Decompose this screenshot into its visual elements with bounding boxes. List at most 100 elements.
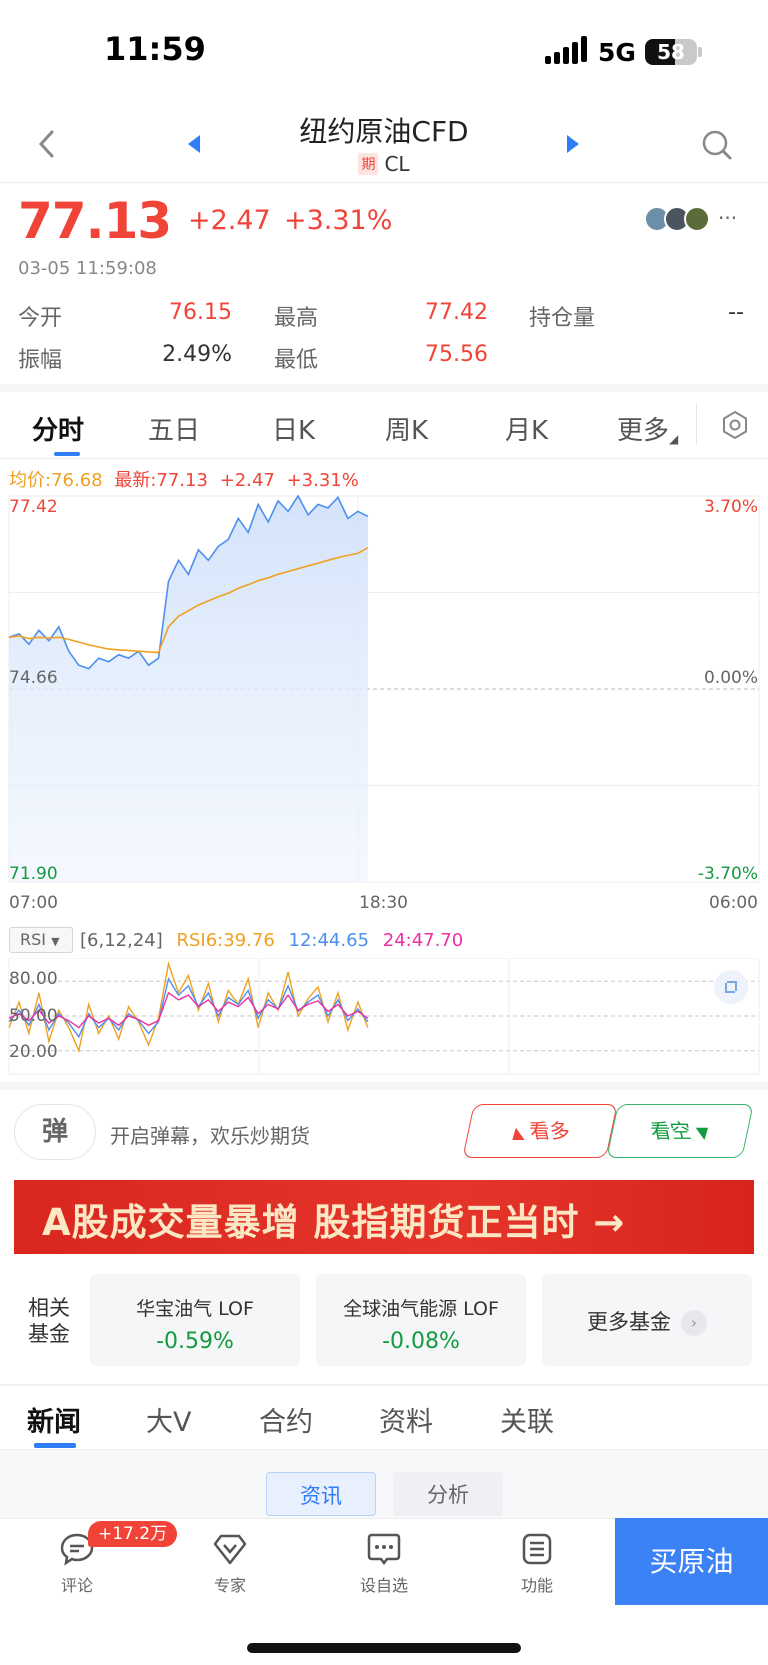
rsi-level-80: 80.00 (9, 969, 58, 989)
promo-banner[interactable]: A股成交量暴增 股指期货正当时 → (14, 1180, 754, 1254)
tab-five-day[interactable]: 五日 (148, 410, 200, 447)
more-funds-button[interactable]: 更多基金 › (542, 1274, 752, 1366)
x-tick-end: 06:00 (709, 893, 758, 913)
search-button[interactable] (700, 128, 734, 166)
buy-crude-button[interactable]: 买原油 (615, 1518, 768, 1605)
tab-more[interactable]: 更多◢ (617, 410, 678, 447)
next-instrument-button[interactable] (565, 133, 581, 159)
search-icon (702, 130, 732, 160)
list-icon (522, 1533, 552, 1565)
banner-text: A股成交量暴增 股指期货正当时 → (42, 1201, 626, 1244)
functions-button[interactable]: 功能 (492, 1532, 582, 1596)
tab-active-indicator (54, 452, 80, 456)
battery-level: 58 (657, 40, 685, 64)
related-funds-label: 相关基金 (28, 1296, 70, 1346)
expert-label: 专家 (213, 1576, 246, 1595)
futures-tag: 期 (358, 153, 379, 175)
rsi-level-20: 20.00 (9, 1042, 58, 1062)
tab-contract[interactable]: 合约 (259, 1400, 313, 1439)
quote-timestamp: 03-05 11:59:08 (18, 258, 157, 279)
subtab-analysis[interactable]: 分析 (393, 1472, 503, 1516)
y-tick-right-mid: 0.00% (703, 668, 758, 688)
low-value: 75.56 (425, 342, 488, 367)
high-value: 77.42 (425, 300, 488, 325)
news-sub-area (0, 1450, 768, 1518)
y-tick-right-high: 3.70% (703, 497, 758, 517)
tab-more-label: 更多 (617, 416, 670, 446)
intraday-chart[interactable] (0, 490, 768, 890)
section-divider (0, 1384, 768, 1386)
open-value: 76.15 (169, 300, 232, 325)
price-area-fill (9, 496, 368, 882)
tab-weekly-k[interactable]: 周K (385, 410, 428, 447)
danmaku-toggle-button[interactable]: 弹 (14, 1104, 96, 1160)
chart-legend: 均价:76.68 最新:77.13 +2.47 +3.31% (9, 466, 359, 492)
watchlist-icon (367, 1533, 401, 1566)
amplitude-value: 2.49% (162, 342, 232, 367)
fund-change: -0.08% (382, 1329, 460, 1354)
rsi-chart[interactable] (0, 958, 768, 1078)
cloud-up-icon: ▲ (508, 1123, 525, 1142)
tab-related[interactable]: 关联 (500, 1400, 554, 1439)
more-icon[interactable]: ··· (718, 206, 737, 230)
tab-profile[interactable]: 资料 (379, 1400, 433, 1439)
fund-name: 华宝油气 LOF (136, 1298, 254, 1320)
diamond-icon (213, 1534, 247, 1565)
add-watchlist-button[interactable]: 设自选 (339, 1532, 429, 1596)
danmaku-hint: 开启弹幕，欢乐炒期货 (110, 1124, 310, 1148)
caret-right-icon (567, 135, 579, 153)
settings-hexagon-icon (723, 410, 747, 440)
tab-news[interactable]: 新闻 (27, 1400, 81, 1439)
indicator-select[interactable]: RSI ▼ (9, 927, 73, 953)
rsi-legend: [6,12,24] RSI6:39.76 12:44.65 24:47.70 (80, 930, 463, 951)
bullish-button[interactable]: ▲ 看多 (462, 1104, 618, 1158)
tab-daily-k[interactable]: 日K (272, 410, 315, 447)
tab-big-v[interactable]: 大V (146, 1400, 191, 1439)
caret-icon: ◢ (669, 432, 679, 446)
fund-card[interactable]: 全球油气能源 LOF -0.08% (316, 1274, 526, 1366)
home-indicator (247, 1643, 521, 1653)
subtab-info[interactable]: 资讯 (266, 1472, 376, 1516)
legend-latest: 最新:77.13 (114, 470, 208, 491)
network-type: 5G (598, 38, 636, 67)
comment-count-badge: +17.2万 (88, 1521, 178, 1547)
y-tick-right-low: -3.70% (697, 864, 758, 884)
legend-change: +2.47 (219, 470, 275, 491)
tab-monthly-k[interactable]: 月K (505, 410, 548, 447)
high-label: 最高 (274, 306, 319, 331)
price-change: +2.47 (188, 205, 271, 236)
indicator-select-label: RSI (20, 930, 46, 949)
x-tick-start: 07:00 (9, 893, 58, 913)
fund-card[interactable]: 华宝油气 LOF -0.59% (90, 1274, 300, 1366)
danmaku-icon: 弹 (41, 1117, 68, 1147)
rsi6-value: RSI6:39.76 (176, 930, 275, 951)
viewer-avatars[interactable] (644, 206, 714, 234)
expand-chart-button[interactable] (714, 970, 748, 1004)
battery-tip (698, 47, 702, 57)
low-label: 最低 (274, 348, 319, 373)
tab-intraday[interactable]: 分时 (32, 410, 84, 447)
legend-pct: +3.31% (286, 470, 359, 491)
rsi-series-line (8, 977, 369, 1039)
fund-change: -0.59% (156, 1329, 234, 1354)
expand-icon (725, 981, 737, 993)
bullish-label: 看多 (526, 1119, 572, 1143)
chart-settings-button[interactable] (720, 410, 750, 444)
last-price: 77.13 (18, 192, 172, 250)
page-title: 纽约原油CFD (299, 115, 469, 148)
price-change-pct: +3.31% (284, 205, 393, 236)
nav-divider (0, 182, 768, 183)
x-tick-mid: 18:30 (359, 893, 408, 913)
tab-separator (696, 404, 697, 444)
bearish-button[interactable]: 看空 ▼ (606, 1104, 754, 1158)
open-interest-label: 持仓量 (529, 306, 596, 331)
functions-label: 功能 (520, 1576, 553, 1595)
expert-button[interactable]: 专家 (185, 1532, 275, 1596)
add-watchlist-label: 设自选 (359, 1576, 408, 1595)
more-funds-label: 更多基金 (587, 1310, 671, 1334)
status-time: 11:59 (104, 30, 206, 68)
y-tick-low: 71.90 (9, 864, 58, 884)
rsi-series-line (8, 961, 369, 1054)
section-divider (0, 384, 768, 392)
avatar (684, 206, 710, 232)
